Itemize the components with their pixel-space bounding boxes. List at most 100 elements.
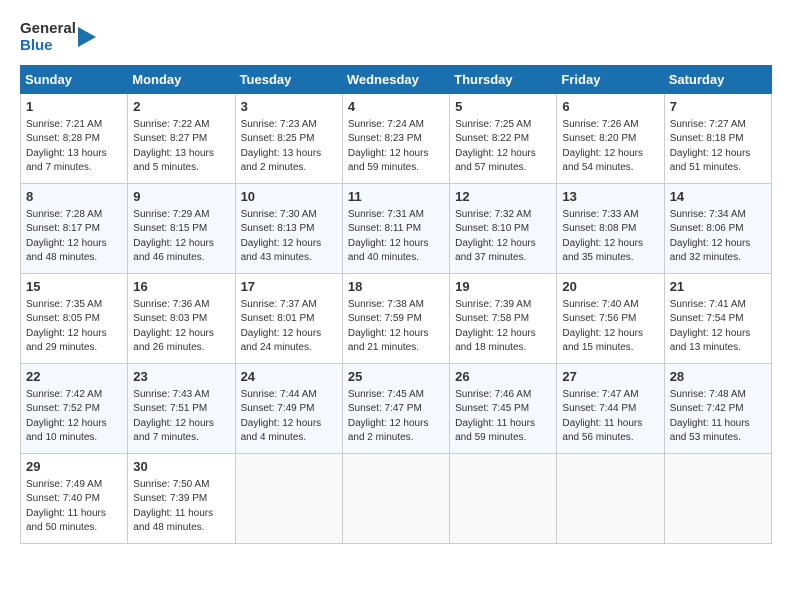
calendar-cell: 18 Sunrise: 7:38 AM Sunset: 7:59 PM Dayli…: [342, 273, 449, 363]
day-info: Sunrise: 7:38 AM Sunset: 7:59 PM Dayligh…: [348, 298, 444, 356]
day-info: Sunrise: 7:46 AM Sunset: 7:45 PM Dayligh…: [455, 388, 551, 446]
calendar-table: SundayMondayTuesdayWednesdayThursdayFrid…: [20, 65, 772, 544]
calendar-cell: 4 Sunrise: 7:24 AM Sunset: 8:23 PM Daylig…: [342, 93, 449, 183]
day-number: 15: [26, 278, 122, 296]
weekday-header-monday: Monday: [128, 65, 235, 93]
day-info: Sunrise: 7:50 AM Sunset: 7:39 PM Dayligh…: [133, 478, 229, 536]
calendar-cell: [450, 453, 557, 543]
day-number: 18: [348, 278, 444, 296]
day-info: Sunrise: 7:24 AM Sunset: 8:23 PM Dayligh…: [348, 118, 444, 176]
weekday-header-tuesday: Tuesday: [235, 65, 342, 93]
logo-blue: Blue: [20, 37, 76, 54]
day-number: 29: [26, 458, 122, 476]
calendar-week-3: 15 Sunrise: 7:35 AM Sunset: 8:05 PM Dayli…: [21, 273, 772, 363]
day-info: Sunrise: 7:32 AM Sunset: 8:10 PM Dayligh…: [455, 208, 551, 266]
calendar-cell: 10Sunrise: 7:30 AM Sunset: 8:13 PM Dayli…: [235, 183, 342, 273]
day-info: Sunrise: 7:23 AM Sunset: 8:25 PM Dayligh…: [241, 118, 337, 176]
day-number: 25: [348, 368, 444, 386]
weekday-header-friday: Friday: [557, 65, 664, 93]
logo: General Blue: [20, 20, 96, 55]
day-info: Sunrise: 7:49 AM Sunset: 7:40 PM Dayligh…: [26, 478, 122, 536]
calendar-week-5: 29 Sunrise: 7:49 AM Sunset: 7:40 PM Dayli…: [21, 453, 772, 543]
day-info: Sunrise: 7:42 AM Sunset: 7:52 PM Dayligh…: [26, 388, 122, 446]
day-number: 19: [455, 278, 551, 296]
calendar-cell: 26 Sunrise: 7:46 AM Sunset: 7:45 PM Dayli…: [450, 363, 557, 453]
logo-container: General Blue: [20, 20, 96, 55]
day-number: 22: [26, 368, 122, 386]
day-info: Sunrise: 7:39 AM Sunset: 7:58 PM Dayligh…: [455, 298, 551, 356]
day-info: Sunrise: 7:36 AM Sunset: 8:03 PM Dayligh…: [133, 298, 229, 356]
weekday-header-wednesday: Wednesday: [342, 65, 449, 93]
day-number: 2: [133, 98, 229, 116]
weekday-header-saturday: Saturday: [664, 65, 771, 93]
day-info: Sunrise: 7:26 AM Sunset: 8:20 PM Dayligh…: [562, 118, 658, 176]
calendar-cell: 1 Sunrise: 7:21 AM Sunset: 8:28 PM Daylig…: [21, 93, 128, 183]
logo-chevron-icon: [78, 27, 96, 47]
calendar-cell: 21 Sunrise: 7:41 AM Sunset: 7:54 PM Dayli…: [664, 273, 771, 363]
day-info: Sunrise: 7:28 AM Sunset: 8:17 PM Dayligh…: [26, 208, 122, 266]
day-number: 16: [133, 278, 229, 296]
calendar-cell: 19 Sunrise: 7:39 AM Sunset: 7:58 PM Dayli…: [450, 273, 557, 363]
calendar-cell: [235, 453, 342, 543]
day-number: 13: [562, 188, 658, 206]
day-info: Sunrise: 7:44 AM Sunset: 7:49 PM Dayligh…: [241, 388, 337, 446]
day-number: 3: [241, 98, 337, 116]
day-info: Sunrise: 7:45 AM Sunset: 7:47 PM Dayligh…: [348, 388, 444, 446]
calendar-cell: 5Sunrise: 7:25 AM Sunset: 8:22 PM Daylig…: [450, 93, 557, 183]
calendar-cell: 16 Sunrise: 7:36 AM Sunset: 8:03 PM Dayli…: [128, 273, 235, 363]
day-number: 30: [133, 458, 229, 476]
weekday-header-sunday: Sunday: [21, 65, 128, 93]
calendar-cell: 7 Sunrise: 7:27 AM Sunset: 8:18 PM Daylig…: [664, 93, 771, 183]
calendar-cell: 23 Sunrise: 7:43 AM Sunset: 7:51 PM Dayli…: [128, 363, 235, 453]
day-info: Sunrise: 7:41 AM Sunset: 7:54 PM Dayligh…: [670, 298, 766, 356]
day-number: 1: [26, 98, 122, 116]
calendar-cell: 27Sunrise: 7:47 AM Sunset: 7:44 PM Dayli…: [557, 363, 664, 453]
day-info: Sunrise: 7:27 AM Sunset: 8:18 PM Dayligh…: [670, 118, 766, 176]
calendar-cell: 11Sunrise: 7:31 AM Sunset: 8:11 PM Dayli…: [342, 183, 449, 273]
day-info: Sunrise: 7:48 AM Sunset: 7:42 PM Dayligh…: [670, 388, 766, 446]
calendar-cell: 30 Sunrise: 7:50 AM Sunset: 7:39 PM Dayli…: [128, 453, 235, 543]
calendar-week-4: 22 Sunrise: 7:42 AM Sunset: 7:52 PM Dayli…: [21, 363, 772, 453]
day-number: 8: [26, 188, 122, 206]
calendar-cell: [664, 453, 771, 543]
logo-text-block: General Blue: [20, 20, 76, 55]
day-number: 28: [670, 368, 766, 386]
day-number: 11: [348, 188, 444, 206]
day-number: 21: [670, 278, 766, 296]
day-number: 20: [562, 278, 658, 296]
day-number: 26: [455, 368, 551, 386]
calendar-week-1: 1 Sunrise: 7:21 AM Sunset: 8:28 PM Daylig…: [21, 93, 772, 183]
day-number: 14: [670, 188, 766, 206]
day-info: Sunrise: 7:33 AM Sunset: 8:08 PM Dayligh…: [562, 208, 658, 266]
calendar-week-2: 8 Sunrise: 7:28 AM Sunset: 8:17 PM Daylig…: [21, 183, 772, 273]
day-number: 7: [670, 98, 766, 116]
day-number: 4: [348, 98, 444, 116]
day-info: Sunrise: 7:21 AM Sunset: 8:28 PM Dayligh…: [26, 118, 122, 176]
calendar-cell: 15 Sunrise: 7:35 AM Sunset: 8:05 PM Dayli…: [21, 273, 128, 363]
day-number: 12: [455, 188, 551, 206]
weekday-header-row: SundayMondayTuesdayWednesdayThursdayFrid…: [21, 65, 772, 93]
calendar-cell: 22 Sunrise: 7:42 AM Sunset: 7:52 PM Dayli…: [21, 363, 128, 453]
calendar-cell: 2 Sunrise: 7:22 AM Sunset: 8:27 PM Daylig…: [128, 93, 235, 183]
day-info: Sunrise: 7:30 AM Sunset: 8:13 PM Dayligh…: [241, 208, 337, 266]
calendar-cell: 14Sunrise: 7:34 AM Sunset: 8:06 PM Dayli…: [664, 183, 771, 273]
calendar-cell: 13 Sunrise: 7:33 AM Sunset: 8:08 PM Dayli…: [557, 183, 664, 273]
weekday-header-thursday: Thursday: [450, 65, 557, 93]
day-info: Sunrise: 7:37 AM Sunset: 8:01 PM Dayligh…: [241, 298, 337, 356]
day-info: Sunrise: 7:35 AM Sunset: 8:05 PM Dayligh…: [26, 298, 122, 356]
day-info: Sunrise: 7:29 AM Sunset: 8:15 PM Dayligh…: [133, 208, 229, 266]
calendar-cell: 25 Sunrise: 7:45 AM Sunset: 7:47 PM Dayli…: [342, 363, 449, 453]
day-info: Sunrise: 7:43 AM Sunset: 7:51 PM Dayligh…: [133, 388, 229, 446]
calendar-cell: 12 Sunrise: 7:32 AM Sunset: 8:10 PM Dayli…: [450, 183, 557, 273]
calendar-cell: 24Sunrise: 7:44 AM Sunset: 7:49 PM Dayli…: [235, 363, 342, 453]
logo-general: General: [20, 20, 76, 37]
day-number: 17: [241, 278, 337, 296]
day-number: 6: [562, 98, 658, 116]
day-number: 27: [562, 368, 658, 386]
calendar-cell: 9Sunrise: 7:29 AM Sunset: 8:15 PM Daylig…: [128, 183, 235, 273]
day-number: 23: [133, 368, 229, 386]
calendar-cell: [557, 453, 664, 543]
calendar-cell: [342, 453, 449, 543]
day-info: Sunrise: 7:22 AM Sunset: 8:27 PM Dayligh…: [133, 118, 229, 176]
calendar-cell: 17 Sunrise: 7:37 AM Sunset: 8:01 PM Dayli…: [235, 273, 342, 363]
